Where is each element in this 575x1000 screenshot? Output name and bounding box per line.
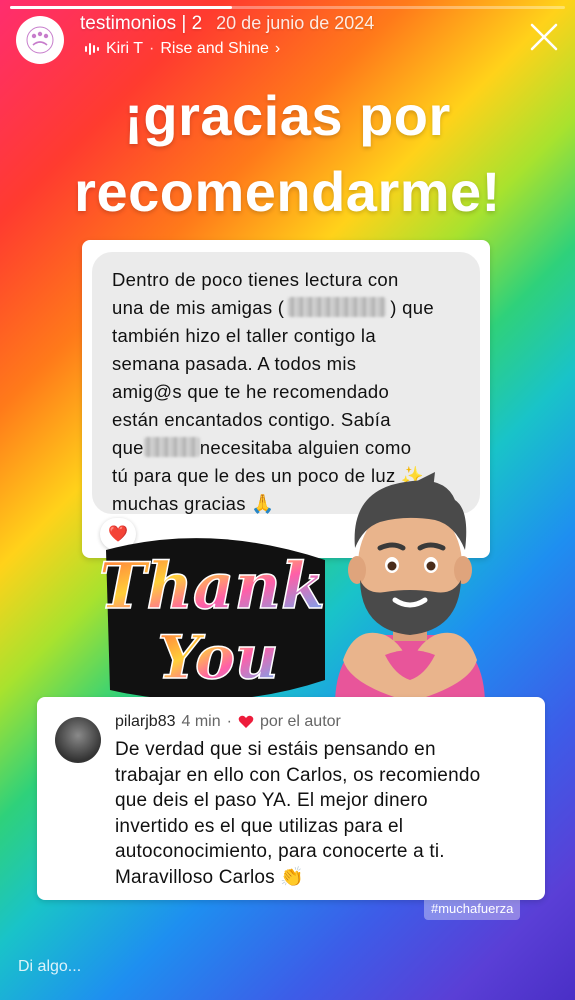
message-line: Dentro de poco tienes lectura con [112,269,399,290]
heart-icon [238,715,254,728]
reply-input[interactable]: Di algo... [18,958,81,976]
comment-line: que deis el paso YA. El mejor dinero [115,790,428,811]
you-text: You [157,623,278,693]
comment-line: autoconocimiento, para conocerte a ti. [115,841,445,862]
message-line: también hizo el taller contigo la [112,325,376,346]
comment-username: pilarjb83 [115,713,176,730]
account-name[interactable]: testimonios | 2 [80,13,202,35]
thank-text: Thank [100,549,325,624]
account-avatar[interactable] [16,16,64,64]
message-line: semana pasada. A todos mis [112,353,357,374]
comment-line: invertido es el que utilizas para el [115,815,404,837]
post-date: 20 de junio de 2024 [216,13,375,33]
memoji-sticker[interactable] [325,470,495,705]
comment-meta: pilarjb83 4 min · por el autor [115,713,341,731]
message-text: que [112,437,144,458]
message-line: que necesitaba alguien como [112,434,460,462]
message-text: ) que [390,297,434,318]
blurred-name [288,297,387,317]
comment-line: trabajar en ello con Carlos, os recomien… [115,764,481,786]
thank-you-sticker[interactable]: Thank You [100,530,330,710]
comment-line: Maravilloso Carlos 👏 [115,866,305,888]
story-headline: ¡gracias por recomendarme! [0,78,575,230]
story-header: testimonios | 2 20 de junio de 2024 [80,13,374,35]
audio-wave-icon [85,43,99,55]
blurred-name [143,437,200,457]
story-viewer[interactable]: testimonios | 2 20 de junio de 2024 Kiri… [0,0,575,1000]
story-progress-bar [10,6,565,9]
headline-line-2: recomendarme! [74,160,501,223]
music-attribution[interactable]: Kiri T · Rise and Shine › [84,40,280,58]
music-separator: · [149,40,155,57]
music-song: Rise and Shine [160,40,269,57]
message-line: una de mis amigas ( ) que [112,294,460,322]
account-logo-icon [26,26,54,54]
close-button[interactable] [527,20,561,54]
music-artist: Kiri T [106,40,144,57]
headline-line-1: ¡gracias por [124,84,451,147]
close-icon [530,23,558,51]
story-progress-fill [10,6,232,9]
commenter-avatar [55,717,101,763]
comment-line: De verdad que si estáis pensando en [115,739,436,760]
hashtag-sticker[interactable]: #muchafuerza [424,896,521,920]
comment-screenshot-card: pilarjb83 4 min · por el autor De verdad… [37,697,545,900]
comment-time: 4 min [181,713,221,730]
comment-text: De verdad que si estáis pensando en trab… [115,737,525,890]
liked-by-author-label: por el autor [259,713,341,730]
message-line: están encantados contigo. Sabía [112,409,391,430]
chevron-right-icon: › [274,40,281,57]
comment-separator: · [226,713,232,730]
message-text: una de mis amigas ( [112,297,285,318]
message-line: amig@s que te he recomendado [112,381,390,402]
message-text: necesitaba alguien como [199,437,412,458]
